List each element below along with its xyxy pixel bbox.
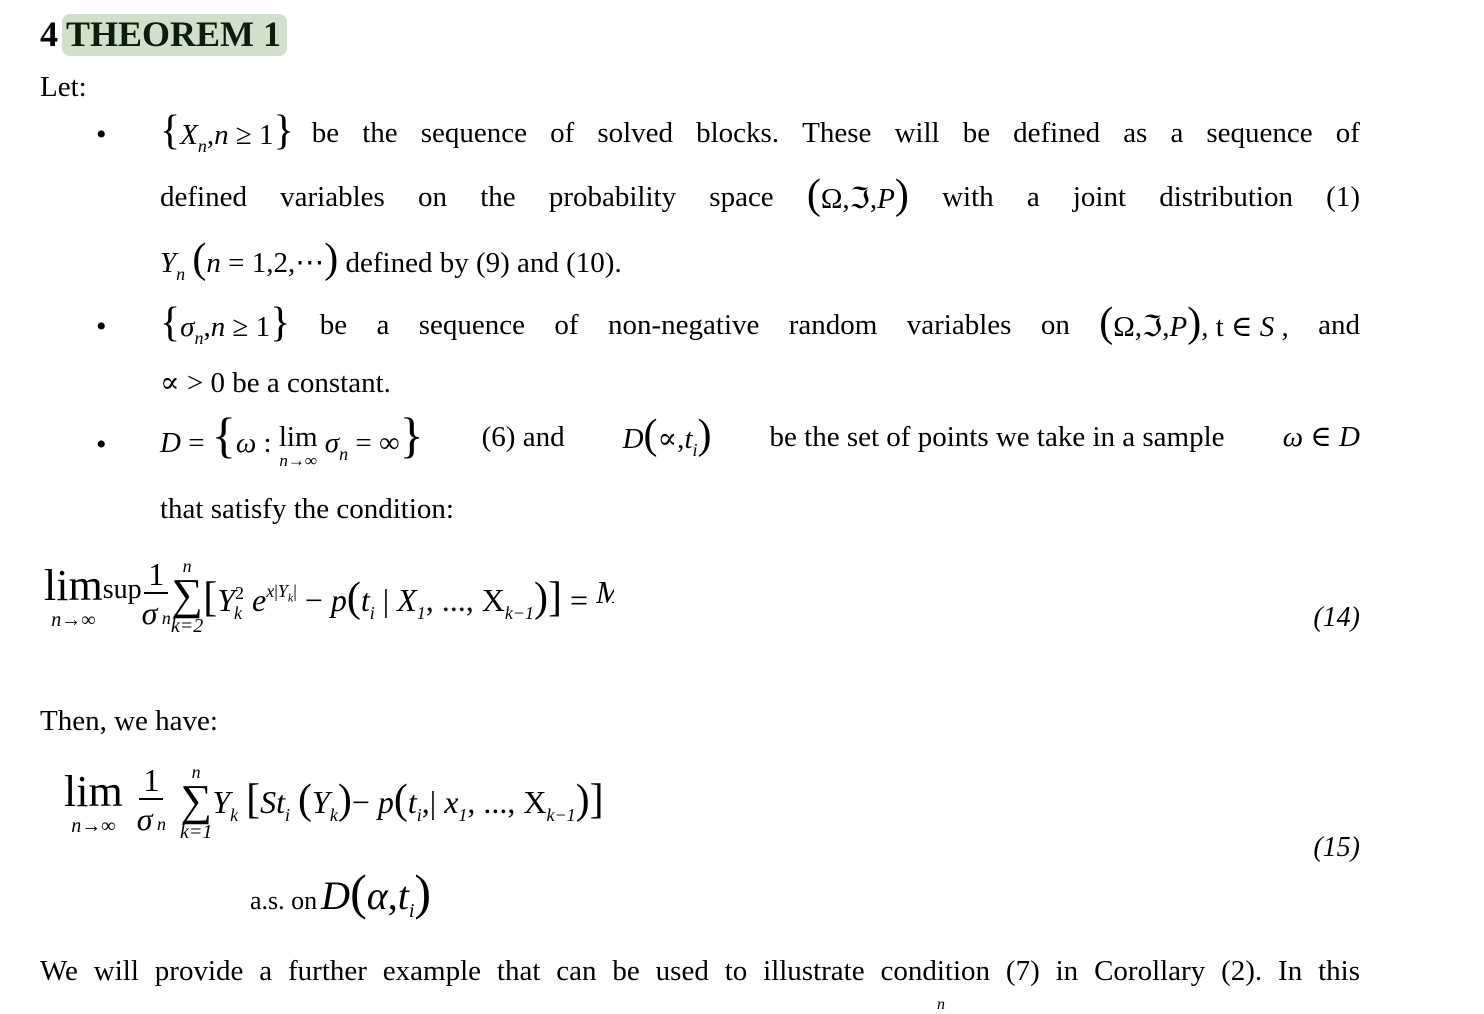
bullet-2-line-2: ∝ > 0 be a constant. (160, 367, 391, 399)
math-alpha-positive: ∝ > 0 (160, 367, 225, 399)
bullet-1-line-2: defined variables on the probability space (Ω… (160, 172, 1360, 218)
trailing-fragment: n (937, 996, 945, 1013)
bullet-dot-3: • (96, 428, 107, 461)
sum-k2-n: n ∑ k=2 (170, 555, 204, 637)
math-omega-in-d: ω ∈ D (1282, 421, 1360, 453)
equation-15-number: (15) (1313, 832, 1360, 863)
equation-14: lim n→∞ sup 1 σ n n ∑ k=2 [Y2k ex|Yk| − p(ti | X1… (44, 555, 614, 637)
bullet-1-line-1: {Xn,n ≥ 1} be the sequence of solved blocks. T… (160, 108, 1360, 156)
section-title-highlighted: THEOREM 1 (62, 14, 288, 56)
math-set-d: D = {ω : lim n→∞ σn = ∞} (160, 407, 424, 470)
intro-text: Let: (40, 71, 87, 103)
bullet-2-line-1: {σn,n ≥ 1} be a sequence of non-negative rand… (160, 300, 1360, 348)
equation-14-number: (14) (1313, 602, 1360, 633)
math-xn-set: {Xn,n ≥ 1} (160, 108, 294, 156)
math-probability-space-2: (Ω,ℑ,P), t ∈ S , (1099, 300, 1289, 346)
math-sigma-set: {σn,n ≥ 1} (160, 300, 291, 348)
section-heading: 4 THEOREM 1 (40, 12, 288, 56)
bullet-1-line-1-text: be the sequence of solved blocks. These will be d… (311, 117, 1360, 149)
sum-k1-n: n ∑ k=1 (179, 761, 213, 843)
bullet-dot-1: • (96, 118, 107, 151)
math-yn: Yn (n = 1,2,⋯) (160, 236, 339, 284)
section-number: 4 (40, 14, 58, 54)
math-d-alpha-ti: D(∝,ti) (622, 412, 712, 460)
bullet-3-line-1: D = {ω : lim n→∞ σn = ∞} (6) and D(∝,ti) … (160, 407, 1360, 470)
equation-15: lim n→∞ 1σ n n ∑ k=1 Yk [Sti (Yk)− p(ti,| x1… (64, 761, 604, 843)
then-text: Then, we have: (40, 705, 218, 737)
math-d-alpha-ti-15: D(α,ti) (321, 864, 432, 922)
bullet-1-line-3: Yn (n = 1,2,⋯) defined by (9) and (10). (160, 236, 622, 284)
math-probability-space: (Ω,ℑ,P) (806, 172, 909, 218)
fraction-1-over-sigma-15: 1σ n (136, 762, 166, 837)
bullet-dot-2: • (96, 310, 107, 343)
closing-paragraph: We will provide a further example that can be use… (40, 955, 1360, 987)
lim-operator-15: lim n→∞ (64, 766, 123, 837)
bullet-3-line-2: that satisfy the condition: (160, 493, 454, 525)
lim-operator: lim n→∞ (44, 560, 103, 631)
fraction-1-over-sigma: 1σ n (141, 556, 171, 631)
equation-15-suffix: a.s. on D(α,ti) (250, 864, 432, 922)
